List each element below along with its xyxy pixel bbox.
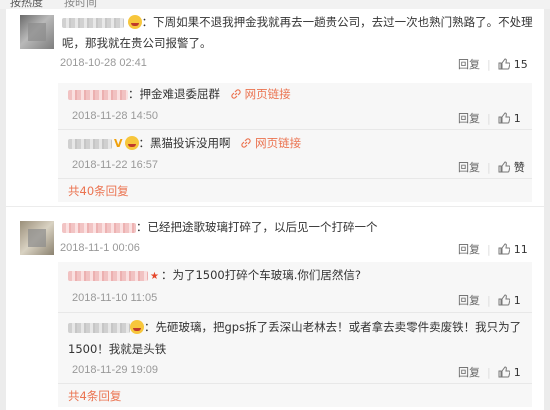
divider xyxy=(58,178,532,179)
reply-text: 先砸玻璃，把gps拆了丢深山老林去！或者拿去卖零件卖废铁！我只为了 xyxy=(155,320,522,334)
comment-time: 2018-11-1 00:06 xyxy=(60,242,140,254)
divider xyxy=(58,312,532,313)
comment-text-line2: 呢，那我就在贵公司报警了。 xyxy=(62,36,212,50)
tab-hot[interactable]: 按热度 xyxy=(10,0,43,9)
like-count: 15 xyxy=(513,58,528,71)
reply-text: 押金难退委屈群 xyxy=(139,87,221,101)
comment-text: 下周如果不退我押金我就再去一趟贵公司，去过一次也熟门熟路了。不处理 xyxy=(153,15,533,29)
reply-box: ★ ：为了1500打碎个车玻璃.你们居然信? 2018-11-10 11:05 回… xyxy=(58,262,532,407)
reply-item: ：先砸玻璃，把gps拆了丢深山老林去！或者拿去卖零件卖废铁！我只为了 xyxy=(68,319,521,335)
thumbs-up-icon xyxy=(498,161,510,173)
like-count: 赞 xyxy=(513,161,525,174)
like-count: 1 xyxy=(513,112,521,125)
web-link-label: 网页链接 xyxy=(244,87,291,101)
reply-text: 黑猫投诉没用啊 xyxy=(150,136,231,150)
reply-button[interactable]: 回复 xyxy=(458,243,480,256)
like-button[interactable]: 1 xyxy=(498,294,521,307)
blurred-username[interactable] xyxy=(68,138,112,149)
reply-actions: 回复 | 1 xyxy=(458,366,521,379)
thumbs-up-icon xyxy=(498,112,510,124)
like-count: 1 xyxy=(513,366,521,379)
comment-body: ：已经把途歌玻璃打碎了，以后见一个打碎一个 xyxy=(62,219,378,235)
web-link-label: 网页链接 xyxy=(255,136,302,150)
comment-card: ：下周如果不退我押金我就再去一趟贵公司，去过一次也熟门熟路了。不处理 呢，那我就… xyxy=(6,9,544,206)
divider xyxy=(58,383,532,384)
like-count: 1 xyxy=(513,294,521,307)
divider xyxy=(58,129,532,130)
like-button[interactable]: 1 xyxy=(498,366,521,379)
tab-time[interactable]: 按时间 xyxy=(64,0,97,9)
reply-item-line2: 1500！我就是头铁 xyxy=(68,341,166,357)
reply-text-line2: 1500！我就是头铁 xyxy=(68,342,167,356)
comment-body-line2: 呢，那我就在贵公司报警了。 xyxy=(62,35,212,51)
blurred-username[interactable] xyxy=(68,270,148,281)
link-icon xyxy=(241,138,251,148)
comment-actions: 回复 | 15 xyxy=(458,58,528,71)
reply-button[interactable]: 回复 xyxy=(458,161,480,174)
reply-actions: 回复 | 赞 xyxy=(458,161,525,174)
laugh-emoji-icon xyxy=(124,136,139,150)
thumbs-up-icon xyxy=(498,294,510,306)
like-button[interactable]: 11 xyxy=(498,243,528,256)
comment-time: 2018-10-28 02:41 xyxy=(60,57,147,69)
reply-item: V ：黑猫投诉没用啊 网页链接 xyxy=(68,135,301,152)
like-button[interactable]: 1 xyxy=(498,112,521,125)
reply-time: 2018-11-22 16:57 xyxy=(72,159,159,171)
comment-body: ：下周如果不退我押金我就再去一趟贵公司，去过一次也熟门熟路了。不处理 xyxy=(62,14,533,30)
web-link[interactable]: 网页链接 xyxy=(230,87,291,101)
comment-actions: 回复 | 11 xyxy=(458,243,528,256)
sort-tabs: 按热度 按时间 xyxy=(0,0,550,9)
reply-actions: 回复 | 1 xyxy=(458,112,521,125)
comment-text: 已经把途歌玻璃打碎了，以后见一个打碎一个 xyxy=(147,220,378,234)
avatar[interactable] xyxy=(20,15,54,49)
star-badge-icon: ★ xyxy=(150,271,159,282)
reply-button[interactable]: 回复 xyxy=(458,294,480,307)
reply-time: 2018-11-29 19:09 xyxy=(72,364,159,376)
reply-text: 为了1500打碎个车玻璃.你们居然信? xyxy=(172,268,361,282)
reply-button[interactable]: 回复 xyxy=(458,366,480,379)
more-replies-link[interactable]: 共4条回复 xyxy=(68,388,121,404)
like-button[interactable]: 赞 xyxy=(498,161,525,174)
web-link[interactable]: 网页链接 xyxy=(240,136,301,150)
reply-item: ★ ：为了1500打碎个车玻璃.你们居然信? xyxy=(68,267,361,285)
thumbs-up-icon xyxy=(498,58,510,70)
more-replies-link[interactable]: 共40条回复 xyxy=(68,183,129,199)
laugh-emoji-icon xyxy=(130,320,144,334)
avatar[interactable] xyxy=(20,221,54,255)
comment-card: ：已经把途歌玻璃打碎了，以后见一个打碎一个 2018-11-1 00:06 回复… xyxy=(6,207,544,410)
reply-time: 2018-11-28 14:50 xyxy=(72,110,159,122)
thumbs-up-icon xyxy=(498,243,510,255)
reply-actions: 回复 | 1 xyxy=(458,294,521,307)
reply-button[interactable]: 回复 xyxy=(458,112,480,125)
link-icon xyxy=(231,89,241,99)
reply-button[interactable]: 回复 xyxy=(458,58,480,71)
blurred-username[interactable] xyxy=(68,322,130,333)
reply-box: ：押金难退委屈群 网页链接 2018-11-28 14:50 回复 | 1 V ：黑猫… xyxy=(58,83,532,202)
like-button[interactable]: 15 xyxy=(498,58,528,71)
blurred-username[interactable] xyxy=(62,222,136,233)
reply-time: 2018-11-10 11:05 xyxy=(72,292,158,304)
reply-item: ：押金难退委屈群 网页链接 xyxy=(68,86,291,102)
blurred-username[interactable] xyxy=(62,17,124,28)
verified-badge-icon: V xyxy=(114,137,123,150)
thumbs-up-icon xyxy=(498,366,510,378)
blurred-username[interactable] xyxy=(68,89,128,100)
laugh-emoji-icon xyxy=(127,15,142,29)
like-count: 11 xyxy=(513,243,528,256)
